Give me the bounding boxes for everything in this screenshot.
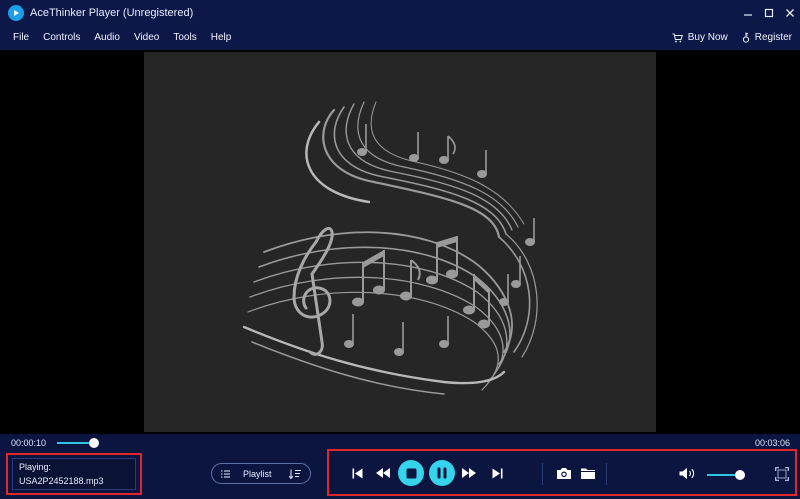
progress-row: 00:00:10 00:03:06	[0, 434, 800, 449]
rewind-icon	[376, 468, 390, 478]
controls-divider	[542, 463, 543, 485]
next-button[interactable]	[489, 464, 505, 482]
playing-label: Playing:	[19, 462, 52, 472]
sort-icon	[289, 469, 301, 479]
close-button[interactable]	[779, 0, 800, 25]
register-link[interactable]: Register	[742, 32, 792, 43]
rewind-button[interactable]	[374, 464, 392, 482]
fullscreen-icon	[775, 467, 789, 481]
cart-icon	[672, 33, 683, 43]
volume-slider-handle[interactable]	[735, 470, 745, 480]
total-time: 00:03:06	[754, 438, 790, 448]
pause-icon	[437, 467, 447, 479]
window-title: AceThinker Player (Unregistered)	[30, 6, 194, 19]
album-artwork	[144, 52, 656, 432]
snapshot-button[interactable]	[554, 463, 574, 483]
video-display[interactable]	[0, 50, 800, 434]
playlist-button[interactable]: Playlist	[211, 463, 311, 484]
menu-help[interactable]: Help	[211, 32, 232, 43]
register-label: Register	[754, 32, 792, 43]
current-time: 00:00:10	[11, 438, 47, 448]
menu-controls[interactable]: Controls	[43, 32, 80, 43]
playlist-label: Playlist	[243, 468, 272, 479]
key-icon	[742, 32, 750, 43]
previous-button[interactable]	[349, 464, 365, 482]
maximize-icon	[764, 8, 773, 17]
playback-controls-highlight	[327, 449, 797, 496]
minimize-button[interactable]	[737, 0, 758, 25]
maximize-button[interactable]	[758, 0, 779, 25]
speaker-volume-icon	[679, 467, 694, 479]
stop-button[interactable]	[398, 460, 424, 486]
now-playing-highlight: Playing: USA2P2452188.mp3	[6, 453, 142, 495]
list-icon	[221, 470, 230, 478]
playing-filename: USA2P2452188.mp3	[19, 476, 104, 486]
menu-audio[interactable]: Audio	[94, 32, 120, 43]
stop-icon	[406, 468, 416, 478]
fast-forward-button[interactable]	[460, 464, 478, 482]
pause-button[interactable]	[429, 460, 455, 486]
buy-now-link[interactable]: Buy Now	[672, 32, 728, 43]
controls-divider	[606, 463, 607, 485]
open-folder-button[interactable]	[578, 463, 598, 483]
skip-previous-icon	[352, 468, 362, 478]
skip-next-icon	[492, 468, 502, 478]
window-controls	[737, 0, 800, 25]
seek-bar-handle[interactable]	[89, 438, 99, 448]
fast-forward-icon	[462, 468, 476, 478]
volume-button[interactable]	[677, 464, 697, 482]
menu-file[interactable]: File	[13, 32, 29, 43]
app-logo-icon	[8, 4, 24, 21]
menu-video[interactable]: Video	[134, 32, 159, 43]
menu-bar: File Controls Audio Video Tools Help Buy…	[0, 25, 800, 50]
buy-now-label: Buy Now	[687, 32, 728, 43]
title-bar: AceThinker Player (Unregistered)	[0, 0, 800, 25]
camera-icon	[557, 467, 571, 479]
bottom-control-bar: Playing: USA2P2452188.mp3 Playlist	[0, 449, 800, 499]
folder-icon	[581, 468, 595, 479]
now-playing-panel: Playing: USA2P2452188.mp3	[12, 458, 136, 490]
minimize-icon	[743, 13, 752, 16]
menu-tools[interactable]: Tools	[173, 32, 196, 43]
fullscreen-button[interactable]	[773, 465, 791, 483]
close-icon	[785, 8, 794, 17]
music-notes-artwork	[242, 101, 538, 395]
